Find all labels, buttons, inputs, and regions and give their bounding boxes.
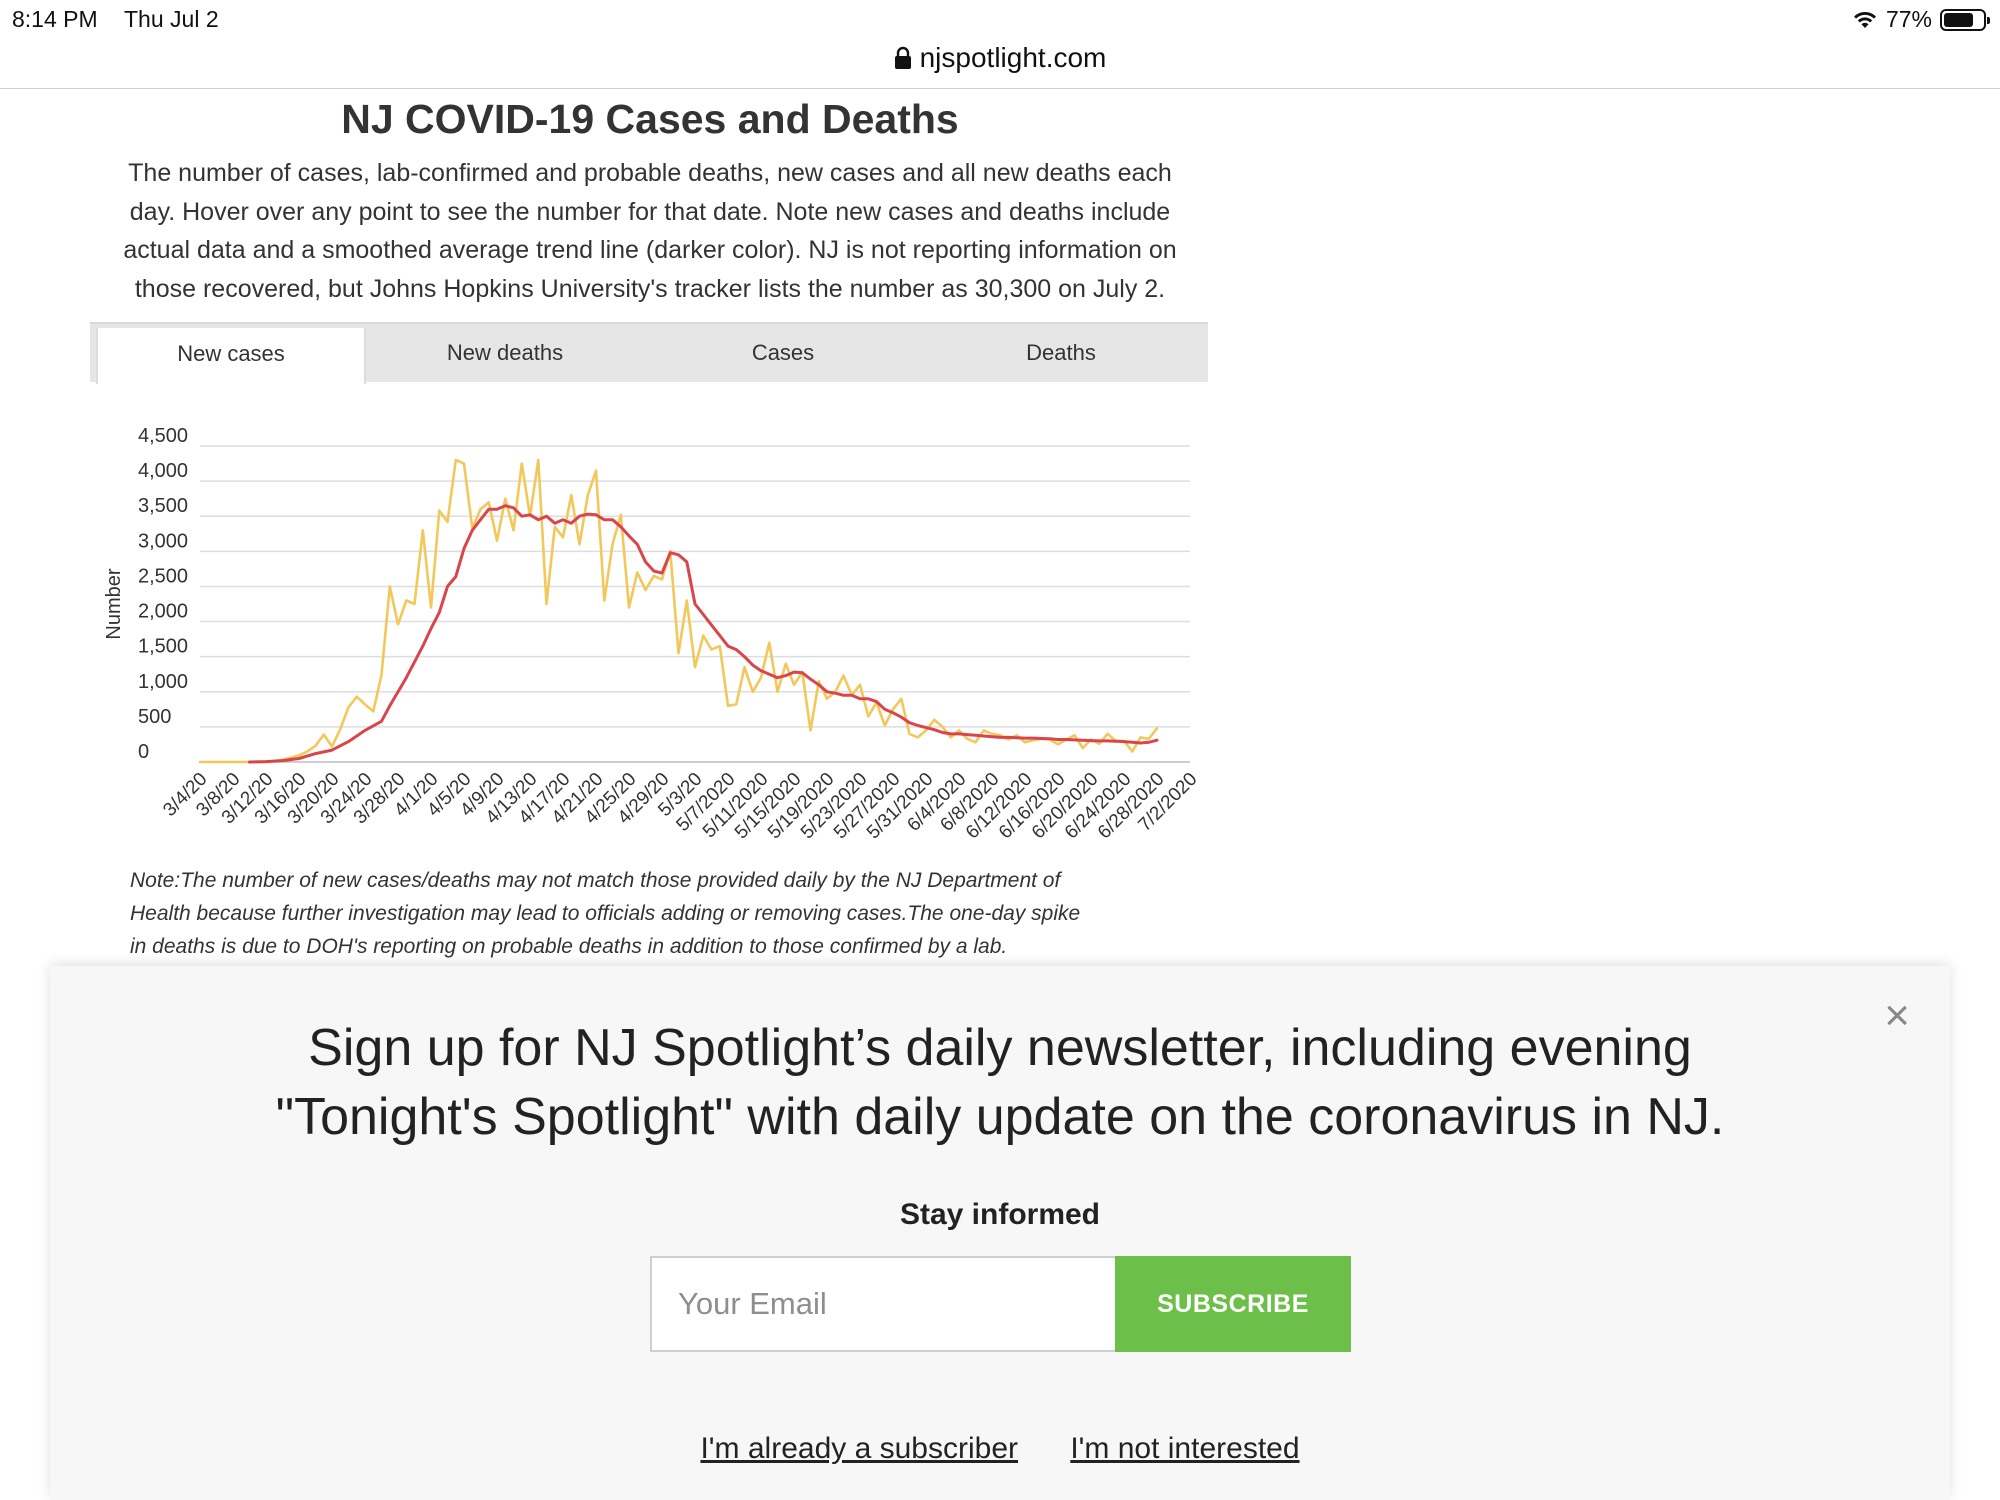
stay-informed-label: Stay informed — [899, 1198, 1101, 1231]
newsletter-modal: × Sign up for NJ Spotlight’s daily newsl… — [50, 966, 1950, 1500]
y-tick-label: 500 — [138, 706, 171, 728]
subscribe-button[interactable]: SUBSCRIBE — [1115, 1256, 1351, 1352]
chart-note: Note:The number of new cases/deaths may … — [130, 864, 1170, 963]
y-tick-label: 2,500 — [138, 565, 188, 587]
y-tick-label: 3,000 — [138, 530, 188, 552]
headline-line: Sign up for NJ Spotlight’s daily newslet… — [308, 1019, 1692, 1077]
newsletter-headline: Sign up for NJ Spotlight’s daily newslet… — [50, 1014, 1950, 1152]
y-tick-label: 4,500 — [138, 425, 188, 447]
wifi-icon — [1853, 11, 1876, 28]
y-axis-label: Number — [103, 568, 125, 639]
y-tick-label: 1,500 — [138, 636, 188, 658]
y-tick-label: 4,000 — [138, 460, 188, 482]
series-line-daily — [198, 458, 1159, 764]
battery-icon — [1940, 8, 1990, 31]
not-interested-link[interactable]: I'm not interested — [1070, 1432, 1299, 1465]
description-line: actual data and a smoothed average trend… — [123, 236, 1177, 264]
y-tick-label: 2,000 — [138, 601, 188, 623]
y-tick-label: 3,500 — [138, 495, 188, 517]
tab-deaths[interactable]: Deaths — [922, 324, 1200, 382]
y-tick-label: 0 — [138, 741, 149, 763]
y-tick-label: 1,000 — [138, 671, 188, 693]
tab-new-deaths[interactable]: New deaths — [366, 324, 644, 382]
page-title: NJ COVID-19 Cases and Deaths — [341, 96, 959, 142]
description-line: day. Hover over any point to see the num… — [129, 197, 1171, 226]
note-line: in deaths is due to DOH's reporting on p… — [130, 935, 1008, 958]
status-bar: 8:14 PM Thu Jul 2 77% — [0, 0, 2000, 40]
note-line: Health because further investigation may… — [130, 902, 1081, 925]
status-right: 77% — [1852, 6, 1990, 33]
email-input[interactable] — [650, 1256, 1118, 1352]
description-line: The number of cases, lab-confirmed and p… — [128, 159, 1172, 187]
modal-links: I'm already a subscriber I'm not interes… — [50, 1432, 1950, 1466]
status-date: Thu Jul 2 — [124, 6, 219, 32]
headline-line: "Tonight's Spotlight" with daily update … — [275, 1088, 1725, 1146]
tab-new-cases[interactable]: New cases — [96, 328, 366, 384]
chart-tabs: New cases New deaths Cases Deaths — [90, 322, 1208, 384]
lock-icon — [894, 46, 911, 69]
address-bar[interactable]: njspotlight.com — [0, 40, 2000, 89]
note-line: Note:The number of new cases/deaths may … — [130, 869, 1061, 892]
new-cases-chart[interactable]: 0 500 1,000 1,500 2,000 2,500 3,000 3,500 4,000 4… — [90, 410, 1210, 860]
battery-percent: 77% — [1885, 6, 1932, 32]
status-time: 8:14 PM — [12, 6, 98, 32]
description-line: those recovered, but Johns Hopkins Unive… — [134, 274, 1166, 303]
chart-description: The number of cases, lab-confirmed and p… — [80, 154, 1220, 308]
tab-cases[interactable]: Cases — [644, 324, 922, 382]
url-domain[interactable]: njspotlight.com — [920, 42, 1107, 74]
already-subscriber-link[interactable]: I'm already a subscriber — [700, 1432, 1018, 1465]
